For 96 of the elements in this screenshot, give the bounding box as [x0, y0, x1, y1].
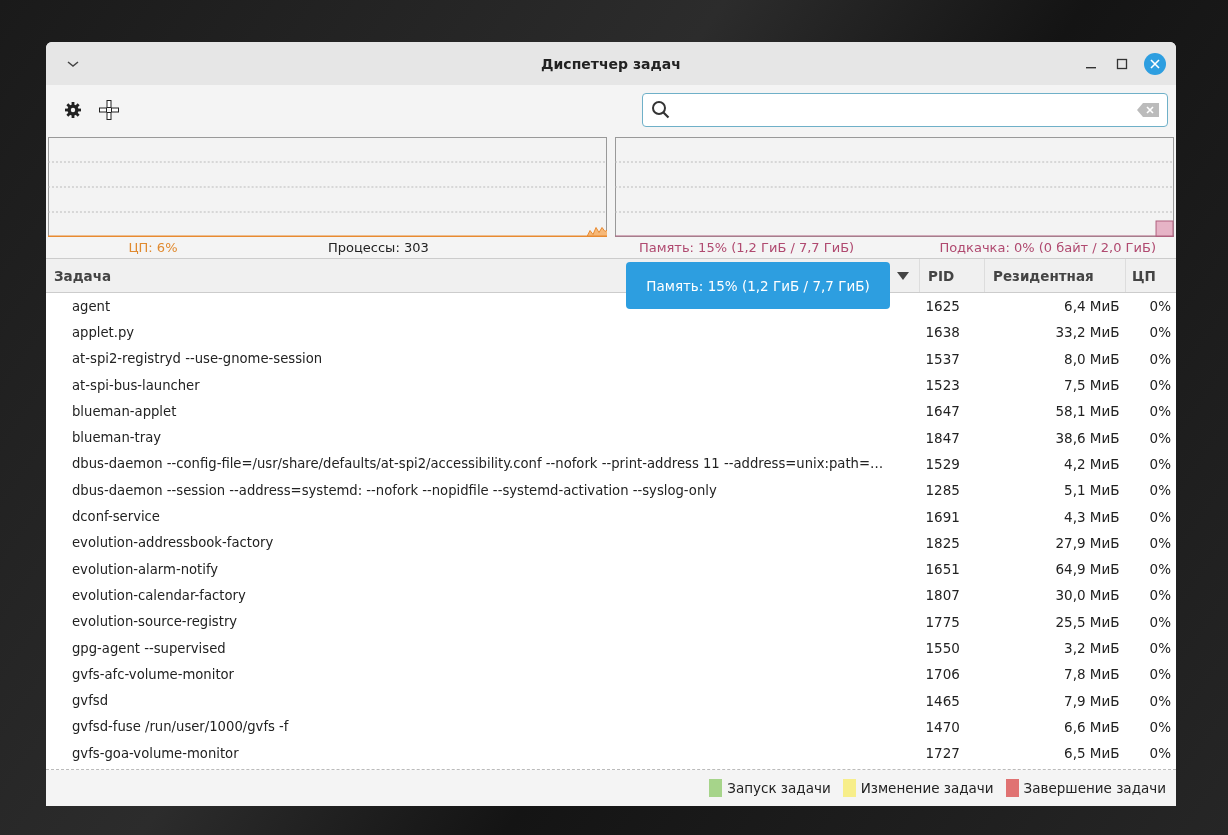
- legend-label: Запуск задачи: [727, 780, 831, 796]
- table-cell-text: 7,8 МиБ: [1063, 665, 1121, 685]
- legend-label: Изменение задачи: [860, 780, 994, 796]
- maximize-icon: [1116, 57, 1128, 70]
- table-cell-text: 0%: [1148, 612, 1172, 632]
- search-field[interactable]: [642, 93, 1168, 127]
- table-cell-text: 0%: [1148, 639, 1172, 658]
- table-cell-text: 5,1 МиБ: [1063, 481, 1121, 501]
- table-cell-text: 0%: [1148, 691, 1172, 711]
- table-cell-text: 6,5 МиБ: [1063, 744, 1121, 764]
- table-cell-text: evolution-calendar-factory: [71, 586, 247, 605]
- table-cell-text: dconf-service: [71, 508, 161, 526]
- window-title: Диспетчер задач: [541, 55, 681, 72]
- table-cell-text: gpg-agent --supervised: [71, 639, 227, 658]
- table-cell-text: 1691: [924, 507, 961, 527]
- table-cell-text: 0%: [1148, 560, 1172, 580]
- table-cell-text: 7,5 МиБ: [1063, 376, 1121, 396]
- column-header[interactable]: PID: [919, 259, 985, 293]
- table-cell: 6,4 МиБ: [984, 292, 1126, 320]
- table-cell-text: 0%: [1148, 586, 1172, 606]
- table-cell-text: 6,6 МиБ: [1063, 717, 1121, 737]
- table-cell-text: evolution-addressbook-factory: [71, 534, 275, 553]
- table-cell-text: 1285: [924, 481, 961, 501]
- table-cell-text: gvfs-afc-volume-monitor: [71, 665, 236, 684]
- swap-usage-label: Подкачка: 0% (0 байт / 2,0 ГиБ): [939, 240, 1156, 255]
- table-cell-text: 0%: [1148, 428, 1172, 448]
- table-cell-text: dbus-daemon --config-file=/usr/share/defaults/at-spi2/accessibility.conf --nofork --print-address 11 --address=unix:path=…: [71, 455, 885, 474]
- table-cell-text: 8,0 МиБ: [1063, 349, 1121, 369]
- table-cell-text: 38,6 МиБ: [1054, 428, 1121, 448]
- table-cell-text: 0%: [1148, 349, 1172, 369]
- table-cell-text: 30,0 МиБ: [1054, 586, 1121, 606]
- table-cell-text: 64,9 МиБ: [1054, 560, 1121, 580]
- table-cell-text: 27,9 МиБ: [1054, 533, 1121, 553]
- search-icon: [651, 100, 671, 120]
- column-header[interactable]: Резидентная: [984, 259, 1126, 293]
- settings-button[interactable]: [62, 99, 84, 121]
- table-cell-text: evolution-alarm-notify: [71, 560, 220, 579]
- table-cell-text: 0%: [1148, 665, 1172, 685]
- column-header[interactable]: ЦП: [1125, 259, 1176, 293]
- table-cell-text: 1465: [924, 691, 961, 711]
- table-cell-text: 0%: [1148, 744, 1172, 764]
- tooltip: Память: 15% (1,2 ГиБ / 7,7 ГиБ): [626, 262, 890, 309]
- table-cell-text: 1775: [924, 612, 961, 632]
- table-cell-text: blueman-applet: [71, 402, 178, 421]
- cpu-usage-label: ЦП: 6%: [127, 240, 179, 255]
- chevron-down-icon: [66, 58, 80, 69]
- table-cell-text: 33,2 МиБ: [1054, 323, 1121, 343]
- table-cell-text: blueman-tray: [71, 429, 163, 448]
- table-cell-text: 0%: [1148, 533, 1172, 553]
- crosshair-icon: [98, 99, 120, 121]
- table-cell-text: 0%: [1148, 454, 1172, 474]
- process-count-label: Процессы: 303: [328, 240, 429, 255]
- table-cell-text: 1825: [924, 533, 961, 553]
- table-cell-text: 1638: [924, 323, 961, 343]
- table-cell-text: 0%: [1148, 481, 1172, 501]
- table-cell-text: gvfs-goa-volume-monitor: [71, 744, 240, 763]
- memory-usage-label: Память: 15% (1,2 ГиБ / 7,7 ГиБ): [639, 240, 855, 255]
- table-cell-text: 1529: [924, 454, 961, 474]
- table-cell-text: 0%: [1148, 402, 1172, 422]
- table-cell-text: 4,3 МиБ: [1063, 507, 1121, 527]
- table-cell-text: at-spi2-registryd --use-gnome-session: [71, 350, 324, 369]
- table-cell-text: 1807: [924, 586, 961, 606]
- table-cell-text: gvfsd-fuse /run/user/1000/gvfs -f: [71, 718, 290, 737]
- table-cell-text: applet.py: [71, 323, 136, 342]
- table-cell-text: 0%: [1148, 507, 1172, 527]
- table-cell: 0%: [1125, 292, 1176, 320]
- table-cell-text: 25,5 МиБ: [1054, 612, 1121, 632]
- table-cell-text: 1523: [924, 376, 961, 396]
- table-cell-text: 1651: [924, 560, 961, 580]
- table-cell-text: 58,1 МиБ: [1054, 402, 1121, 422]
- table-cell-text: 4,2 МиБ: [1063, 454, 1121, 474]
- sort-arrow-icon: [897, 272, 909, 280]
- table-cell-text: 1550: [924, 639, 961, 658]
- table-cell-text: 1727: [924, 744, 961, 764]
- table-cell-text: 1706: [924, 665, 961, 685]
- table-cell-text: dbus-daemon --session --address=systemd: --nofork --nopidfile --systemd-activation --syslog-only: [71, 481, 718, 500]
- table-cell-text: at-spi-bus-launcher: [71, 376, 201, 395]
- legend-label: Завершение задачи: [1023, 780, 1166, 796]
- close-button[interactable]: [1144, 52, 1166, 75]
- close-icon: [1150, 58, 1160, 69]
- table-cell-text: 1470: [924, 717, 961, 737]
- clear-icon: [1137, 103, 1159, 117]
- table-cell-text: 1537: [924, 349, 961, 369]
- table-cell-text: 1847: [924, 428, 961, 448]
- settings-icon: [64, 101, 82, 119]
- table-cell-text: 0%: [1148, 717, 1172, 737]
- table-cell: 1625: [919, 292, 985, 320]
- table-cell-text: 3,2 МиБ: [1063, 639, 1121, 658]
- table-cell-text: 7,9 МиБ: [1063, 691, 1121, 711]
- table-cell-text: 0%: [1148, 323, 1172, 343]
- table-cell-text: evolution-source-registry: [71, 613, 239, 632]
- minimize-icon: [1086, 67, 1096, 69]
- table-cell-text: 0%: [1148, 376, 1172, 396]
- table-cell-text: gvfsd: [71, 692, 110, 711]
- target-button[interactable]: [96, 97, 122, 123]
- table-cell-text: 1647: [924, 402, 961, 422]
